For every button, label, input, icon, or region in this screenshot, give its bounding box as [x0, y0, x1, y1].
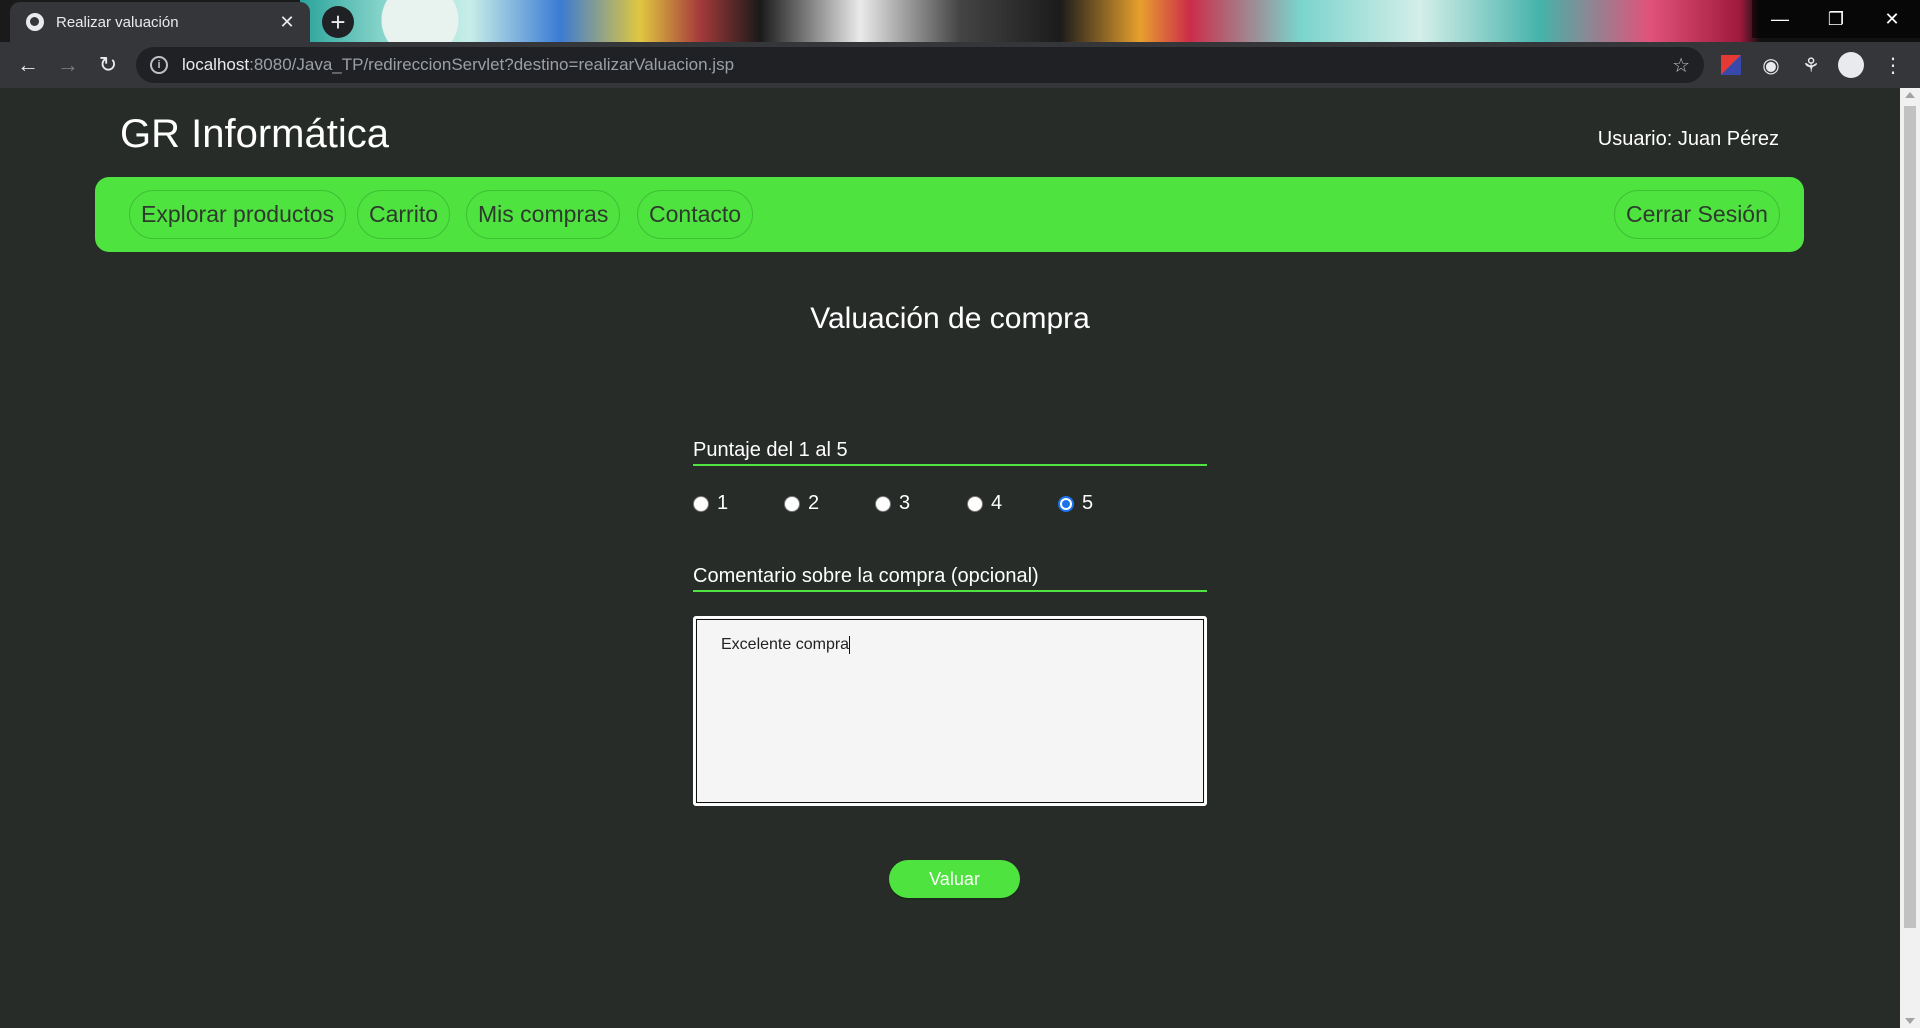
- comment-textarea[interactable]: Excelente compra: [693, 616, 1207, 806]
- restore-icon[interactable]: ❐: [1808, 0, 1864, 38]
- menu-dots-icon[interactable]: ⋮: [1878, 50, 1908, 80]
- valuar-button[interactable]: Valuar: [889, 860, 1020, 898]
- forward-icon[interactable]: →: [48, 45, 88, 85]
- globe-icon: [26, 13, 44, 31]
- puzzle-icon[interactable]: ⚘: [1796, 50, 1826, 80]
- nav-explorar-productos[interactable]: Explorar productos: [129, 190, 347, 239]
- bookmark-star-icon[interactable]: ☆: [1672, 53, 1690, 78]
- record-extension-icon[interactable]: ◉: [1756, 50, 1786, 80]
- new-tab-button[interactable]: +: [322, 6, 354, 38]
- comment-label: Comentario sobre la compra (opcional): [693, 565, 1207, 592]
- browser-titlebar: Realizar valuación ✕ + — ❐ ✕: [0, 0, 1920, 42]
- score-option-5[interactable]: 5: [1058, 492, 1093, 515]
- radio-button[interactable]: [967, 495, 983, 512]
- page-title: Valuación de compra: [810, 302, 1090, 335]
- page-content: GR Informática Usuario: Juan Pérez Explo…: [0, 88, 1900, 1028]
- user-label: Usuario: Juan Pérez: [1597, 128, 1779, 150]
- minimize-icon[interactable]: —: [1752, 0, 1808, 38]
- scroll-up-icon[interactable]: [1905, 92, 1915, 98]
- score-label: Puntaje del 1 al 5: [693, 439, 1207, 466]
- radio-button[interactable]: [784, 495, 800, 512]
- browser-toolbar: ← → ↻ i localhost:8080/Java_TP/redirecci…: [0, 42, 1920, 88]
- logout-button[interactable]: Cerrar Sesión: [1614, 190, 1780, 239]
- reload-icon[interactable]: ↻: [88, 45, 128, 85]
- tab-title: Realizar valuación: [56, 13, 179, 31]
- scroll-down-icon[interactable]: [1905, 1018, 1915, 1024]
- main-navbar: Explorar productos Carrito Mis compras C…: [95, 177, 1804, 252]
- score-option-4[interactable]: 4: [967, 492, 1002, 515]
- score-option-1[interactable]: 1: [693, 492, 728, 515]
- site-info-icon[interactable]: i: [150, 56, 168, 74]
- radio-button[interactable]: [875, 495, 891, 512]
- browser-tab[interactable]: Realizar valuación ✕: [10, 2, 310, 42]
- text-caret: [849, 636, 851, 654]
- brand-title: GR Informática: [120, 112, 389, 156]
- nav-contacto[interactable]: Contacto: [637, 190, 754, 239]
- extension-icon[interactable]: [1716, 50, 1746, 80]
- radio-button-checked[interactable]: [1058, 495, 1074, 512]
- comment-text: Excelente compra: [721, 636, 850, 654]
- scrollbar-thumb[interactable]: [1904, 106, 1916, 928]
- score-option-3[interactable]: 3: [875, 492, 910, 515]
- back-icon[interactable]: ←: [8, 45, 48, 85]
- window-close-icon[interactable]: ✕: [1864, 0, 1920, 38]
- nav-carrito[interactable]: Carrito: [357, 190, 451, 239]
- close-tab-icon[interactable]: ✕: [276, 11, 298, 33]
- nav-mis-compras[interactable]: Mis compras: [466, 190, 621, 239]
- score-radio-group: 1 2 3 4 5: [693, 492, 1207, 522]
- page-scrollbar[interactable]: [1900, 88, 1920, 1028]
- profile-avatar-icon[interactable]: [1836, 50, 1866, 80]
- url-text: localhost:8080/Java_TP/redireccionServle…: [182, 55, 735, 74]
- score-option-2[interactable]: 2: [784, 492, 819, 515]
- radio-button[interactable]: [693, 495, 709, 512]
- address-bar[interactable]: i localhost:8080/Java_TP/redireccionServ…: [136, 47, 1704, 83]
